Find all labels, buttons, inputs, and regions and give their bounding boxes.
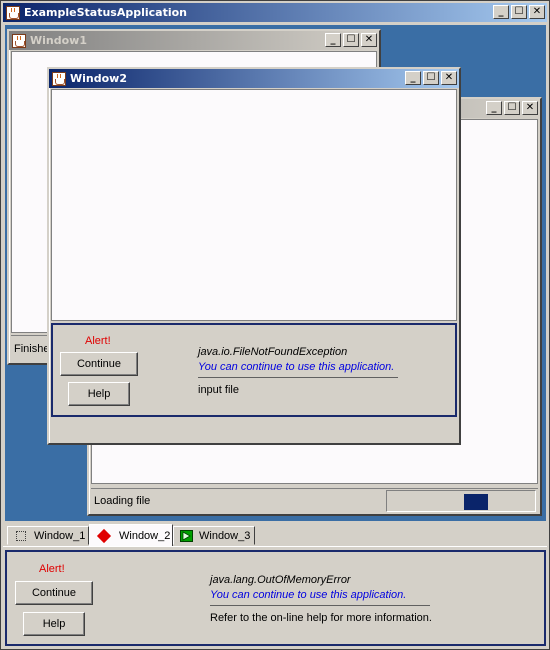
window2-title: Window2: [70, 72, 127, 85]
tab-label: Window_1: [34, 529, 86, 542]
window3-maximize-button[interactable]: ☐: [504, 101, 520, 115]
progress-indicator: [464, 494, 488, 510]
java-cup-icon: [6, 5, 20, 20]
window3-minimize-button[interactable]: _: [486, 101, 502, 115]
divider: [198, 377, 398, 378]
tab-content-border: [3, 546, 547, 547]
window3-close-button[interactable]: ✕: [522, 101, 538, 115]
maximize-button[interactable]: ☐: [511, 5, 527, 19]
window2-close-button[interactable]: ✕: [441, 71, 457, 85]
java-cup-icon: [12, 33, 26, 48]
help-button[interactable]: Help: [23, 612, 85, 636]
minimize-button[interactable]: _: [493, 5, 509, 19]
window3-progress-bar: [386, 490, 536, 512]
continue-button[interactable]: Continue: [60, 352, 138, 376]
alert-label: Alert!: [39, 563, 65, 575]
help-button[interactable]: Help: [68, 382, 130, 406]
divider: [210, 605, 430, 606]
window2-titlebar[interactable]: Window2 _ ☐ ✕: [49, 69, 459, 88]
window-icon: [16, 530, 26, 541]
green-arrow-icon: [180, 529, 193, 542]
tab-window-3[interactable]: Window_3: [173, 526, 255, 545]
window2-content: [51, 89, 457, 321]
main-frame: ExampleStatusApplication _ ☐ ✕ Window1 _…: [0, 0, 550, 650]
tab-window-1[interactable]: Window_1: [7, 526, 89, 545]
app-title: ExampleStatusApplication: [24, 6, 188, 19]
alert-detail: Refer to the on-line help for more infor…: [210, 612, 432, 624]
red-diamond-icon: [96, 528, 112, 543]
window3-status-text: Loading file: [94, 495, 151, 507]
window2-maximize-button[interactable]: ☐: [423, 71, 439, 85]
tab-window-2[interactable]: Window_2: [89, 524, 173, 546]
window1-status-text: Finishe: [14, 343, 50, 355]
window1-titlebar[interactable]: Window1 _ ☐ ✕: [9, 31, 379, 50]
java-cup-icon: [52, 71, 66, 86]
desktop-pane: Window1 _ ☐ ✕ Finishe _ ☐ ✕ Loading file…: [5, 25, 546, 521]
window2-alert-panel: Alert! Continue Help java.io.FileNotFoun…: [51, 323, 457, 417]
window1-title: Window1: [30, 34, 87, 47]
window1-close-button[interactable]: ✕: [361, 33, 377, 47]
alert-detail: input file: [198, 384, 239, 396]
exception-name: java.io.FileNotFoundException: [198, 346, 348, 358]
tab-label: Window_3: [199, 529, 251, 542]
window1-minimize-button[interactable]: _: [325, 33, 341, 47]
tab-label: Window_2: [119, 529, 171, 542]
window2-minimize-button[interactable]: _: [405, 71, 421, 85]
close-button[interactable]: ✕: [529, 5, 545, 19]
main-alert-panel: Alert! Continue Help java.lang.OutOfMemo…: [5, 550, 546, 646]
window2-frame[interactable]: Window2 _ ☐ ✕ Alert! Continue Help java.…: [47, 67, 461, 445]
main-titlebar[interactable]: ExampleStatusApplication _ ☐ ✕: [3, 3, 547, 22]
alert-message: You can continue to use this application…: [210, 589, 407, 601]
alert-message: You can continue to use this application…: [198, 361, 395, 373]
window3-statusbar: Loading file: [91, 488, 538, 512]
continue-button[interactable]: Continue: [15, 581, 93, 605]
window1-maximize-button[interactable]: ☐: [343, 33, 359, 47]
alert-label: Alert!: [85, 335, 111, 347]
exception-name: java.lang.OutOfMemoryError: [210, 574, 351, 586]
